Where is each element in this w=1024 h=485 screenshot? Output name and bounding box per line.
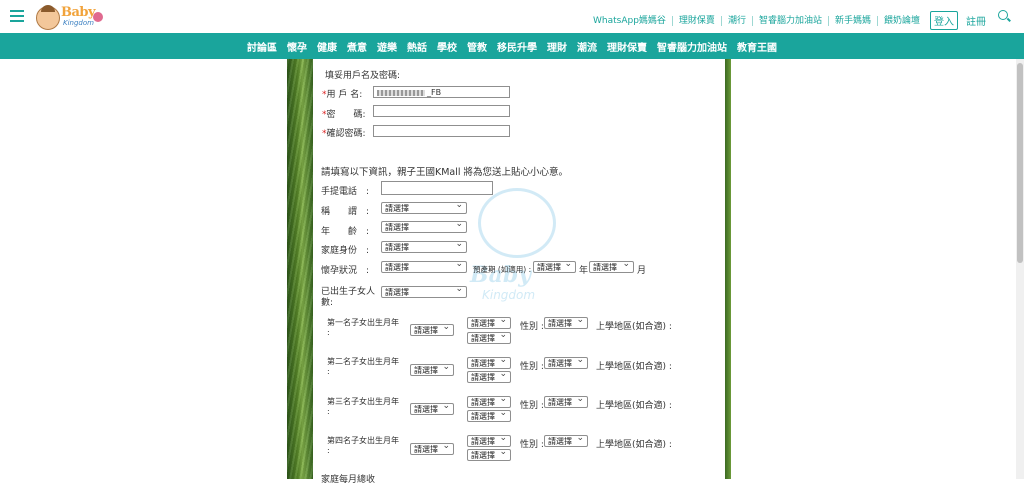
section-title-account: 填妥用戶名及密碼:: [325, 71, 401, 81]
nav-item[interactable]: 理財保賣: [607, 39, 647, 54]
main-nav: 討論區 懷孕 健康 煮意 遊樂 熱話 學校 管教 移民升學 理財 潮流 理財保賣…: [0, 33, 1024, 59]
nav-item[interactable]: 教育王國: [737, 39, 777, 54]
child-1-gender-select[interactable]: 請選擇: [544, 315, 588, 329]
child-4-colon: :: [327, 446, 330, 455]
child-3-label: 第三名子女出生月年: [327, 397, 399, 406]
child-4-gender-select[interactable]: 請選擇: [544, 433, 588, 447]
child-2-year-select[interactable]: 請選擇: [467, 355, 511, 369]
child-2-gender-label: 性別 :: [520, 362, 544, 372]
nav-item[interactable]: 學校: [437, 39, 457, 54]
confirm-password-label: *確認密碼:: [322, 129, 366, 139]
child-4-month-select[interactable]: 請選擇: [410, 441, 454, 455]
menu-icon[interactable]: [10, 10, 24, 22]
nav-item[interactable]: 理財: [547, 39, 567, 54]
top-link-trend[interactable]: 潮行: [720, 15, 752, 26]
baby-kingdom-watermark: Baby Kingdom: [470, 180, 570, 305]
child-3-year-select[interactable]: 請選擇: [467, 394, 511, 408]
child-2-gender-select[interactable]: 請選擇: [544, 355, 588, 369]
password-label: *密 碼:: [322, 110, 366, 120]
child-1-label: 第一名子女出生月年: [327, 318, 399, 327]
children-count-label-2: 數:: [321, 298, 334, 308]
site-logo[interactable]: Baby Kingdom: [36, 5, 106, 30]
child-1-year-select[interactable]: 請選擇: [467, 315, 511, 329]
nav-item[interactable]: 健康: [317, 39, 337, 54]
child-3-gender-label: 性別 :: [520, 401, 544, 411]
login-button[interactable]: 登入: [930, 11, 958, 30]
nav-item[interactable]: 潮流: [577, 39, 597, 54]
child-2-label: 第二名子女出生月年: [327, 357, 399, 366]
register-link[interactable]: 註冊: [966, 13, 986, 28]
top-links: WhatsApp媽媽谷 理財保賣 潮行 智睿腦力加油站 新手媽媽 餵奶論壇 登入…: [587, 11, 986, 30]
family-label: 家庭身份 :: [321, 246, 370, 256]
child-2-extra-select[interactable]: 請選擇: [467, 369, 511, 383]
month-suffix: 月: [637, 266, 647, 276]
child-3-month-select[interactable]: 請選擇: [410, 401, 454, 415]
username-input[interactable]: _FB: [373, 86, 510, 98]
nav-item[interactable]: 討論區: [247, 39, 277, 54]
confirm-password-input[interactable]: [373, 125, 510, 137]
child-4-extra-select[interactable]: 請選擇: [467, 447, 511, 461]
due-date-label: 預產期 (如適用) :: [473, 265, 532, 274]
age-label: 年 齡 :: [321, 227, 370, 237]
password-input[interactable]: [373, 105, 510, 117]
section-title-info: 請填寫以下資訊，親子王國KMall 將為您送上貼心小心意。: [321, 167, 569, 178]
child-1-gender-label: 性別 :: [520, 322, 544, 332]
watermark-face-icon: [478, 188, 556, 258]
nav-item[interactable]: 熱話: [407, 39, 427, 54]
scrollbar-thumb[interactable]: [1017, 63, 1023, 263]
page-scrollbar[interactable]: [1016, 59, 1024, 479]
nav-item[interactable]: 管教: [467, 39, 487, 54]
grass-background-right: [725, 59, 731, 479]
title-label: 稱 謂 :: [321, 207, 370, 217]
watermark-subtext: Kingdom: [482, 288, 536, 302]
pregnancy-label: 懷孕狀況 :: [321, 266, 370, 276]
grass-background-left: [287, 59, 313, 479]
child-4-label: 第四名子女出生月年: [327, 436, 399, 445]
logo-heart-icon: [93, 12, 103, 22]
family-select[interactable]: 請選擇: [381, 239, 467, 253]
top-link-newmom[interactable]: 新手媽媽: [827, 15, 877, 26]
child-2-colon: :: [327, 367, 330, 376]
top-header: Baby Kingdom WhatsApp媽媽谷 理財保賣 潮行 智睿腦力加油站…: [0, 0, 1024, 33]
top-link-whatsapp[interactable]: WhatsApp媽媽谷: [587, 16, 672, 26]
logo-subtext: Kingdom: [63, 19, 94, 27]
username-label: *用 戶 名:: [322, 90, 363, 100]
child-3-extra-select[interactable]: 請選擇: [467, 408, 511, 422]
nav-item[interactable]: 煮意: [347, 39, 367, 54]
baby-face-icon: [36, 5, 60, 30]
pregnancy-select[interactable]: 請選擇: [381, 259, 467, 273]
child-4-year-select[interactable]: 請選擇: [467, 433, 511, 447]
due-year-select[interactable]: 請選擇: [533, 259, 576, 273]
search-icon[interactable]: [998, 10, 1008, 20]
logo-text: Baby: [61, 5, 96, 20]
nav-item[interactable]: 遊樂: [377, 39, 397, 54]
child-4-school-label: 上學地區(如合適) :: [596, 440, 672, 450]
child-2-month-select[interactable]: 請選擇: [410, 362, 454, 376]
nav-item[interactable]: 移民升學: [497, 39, 537, 54]
mobile-input[interactable]: [381, 181, 493, 195]
child-1-colon: :: [327, 328, 330, 337]
child-2-school-label: 上學地區(如合適) :: [596, 362, 672, 372]
child-1-extra-select[interactable]: 請選擇: [467, 330, 511, 344]
mobile-label: 手提電話 :: [321, 187, 370, 197]
nav-item[interactable]: 懷孕: [287, 39, 307, 54]
child-3-gender-select[interactable]: 請選擇: [544, 394, 588, 408]
child-3-school-label: 上學地區(如合適) :: [596, 401, 672, 411]
top-link-brain[interactable]: 智睿腦力加油站: [751, 15, 828, 26]
child-1-school-label: 上學地區(如合適) :: [596, 322, 672, 332]
child-1-month-select[interactable]: 請選擇: [410, 322, 454, 336]
nav-item[interactable]: 智睿腦力加油站: [657, 39, 727, 54]
title-select[interactable]: 請選擇: [381, 200, 467, 214]
age-select[interactable]: 請選擇: [381, 219, 467, 233]
redacted-username: [377, 89, 425, 96]
top-link-breastfeed[interactable]: 餵奶論壇: [876, 15, 926, 26]
child-3-colon: :: [327, 407, 330, 416]
children-count-select[interactable]: 請選擇: [381, 284, 467, 298]
child-4-gender-label: 性別 :: [520, 440, 544, 450]
year-suffix: 年: [579, 266, 589, 276]
due-month-select[interactable]: 請選擇: [589, 259, 634, 273]
top-link-finance[interactable]: 理財保賣: [671, 15, 721, 26]
